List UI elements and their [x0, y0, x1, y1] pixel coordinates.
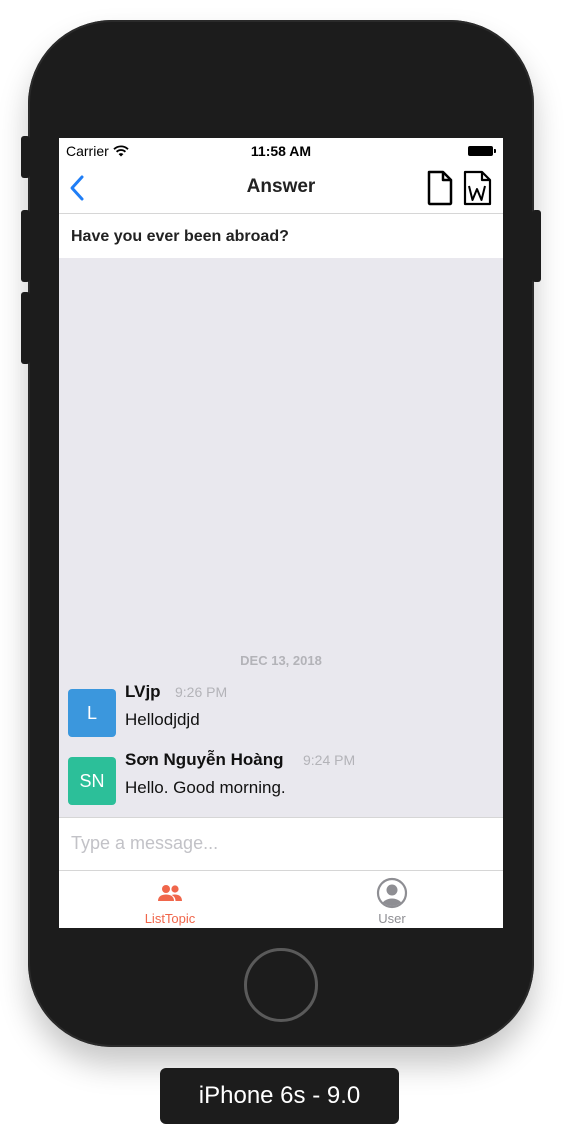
tab-label: User — [378, 911, 406, 926]
message-input[interactable] — [71, 828, 491, 858]
message-composer — [59, 817, 503, 870]
navigation-bar: Answer — [59, 162, 503, 214]
message-text: Hellodjdjd — [125, 710, 200, 729]
message-time: 9:24 PM — [303, 752, 356, 768]
home-button[interactable] — [244, 948, 318, 1022]
word-document-icon — [463, 170, 492, 206]
document-button[interactable] — [425, 170, 455, 206]
tab-bar: ListTopic User — [59, 870, 503, 928]
battery-icon — [468, 146, 496, 156]
avatar[interactable]: L — [68, 689, 116, 737]
document-icon — [427, 170, 453, 206]
message-time: 9:26 PM — [175, 684, 228, 700]
user-circle-icon — [376, 877, 408, 909]
chat-messages-area[interactable]: DEC 13, 2018 L LVjp 9:26 PM Hellodjdjd S… — [59, 258, 503, 817]
message-item: L LVjp 9:26 PM Hellodjdjd — [68, 682, 498, 738]
mute-switch — [21, 136, 30, 178]
volume-up-button — [21, 210, 30, 282]
app-screen: Carrier 11:58 AM Answer Have you ever be… — [59, 138, 503, 928]
tab-label: ListTopic — [144, 911, 196, 926]
topic-question: Have you ever been abroad? — [71, 228, 289, 245]
sender-name: Sơn Nguyễn Hoàng — [125, 750, 284, 769]
sender-name: LVjp — [125, 682, 161, 701]
message-text: Hello. Good morning. — [125, 778, 286, 797]
people-icon — [158, 885, 182, 901]
word-export-button[interactable] — [462, 170, 492, 206]
clock: 11:58 AM — [250, 143, 312, 159]
avatar[interactable]: SN — [68, 757, 116, 805]
device-label: iPhone 6s - 9.0 — [160, 1068, 399, 1124]
topic-header: Have you ever been abroad? — [59, 214, 503, 258]
power-button — [532, 210, 541, 282]
tab-listtopic[interactable]: ListTopic — [59, 871, 281, 928]
status-bar: Carrier 11:58 AM — [59, 138, 503, 162]
volume-down-button — [21, 292, 30, 364]
tab-user[interactable]: User — [281, 871, 503, 928]
message-item: SN Sơn Nguyễn Hoàng 9:24 PM Hello. Good … — [68, 750, 498, 806]
date-separator: DEC 13, 2018 — [240, 653, 322, 668]
